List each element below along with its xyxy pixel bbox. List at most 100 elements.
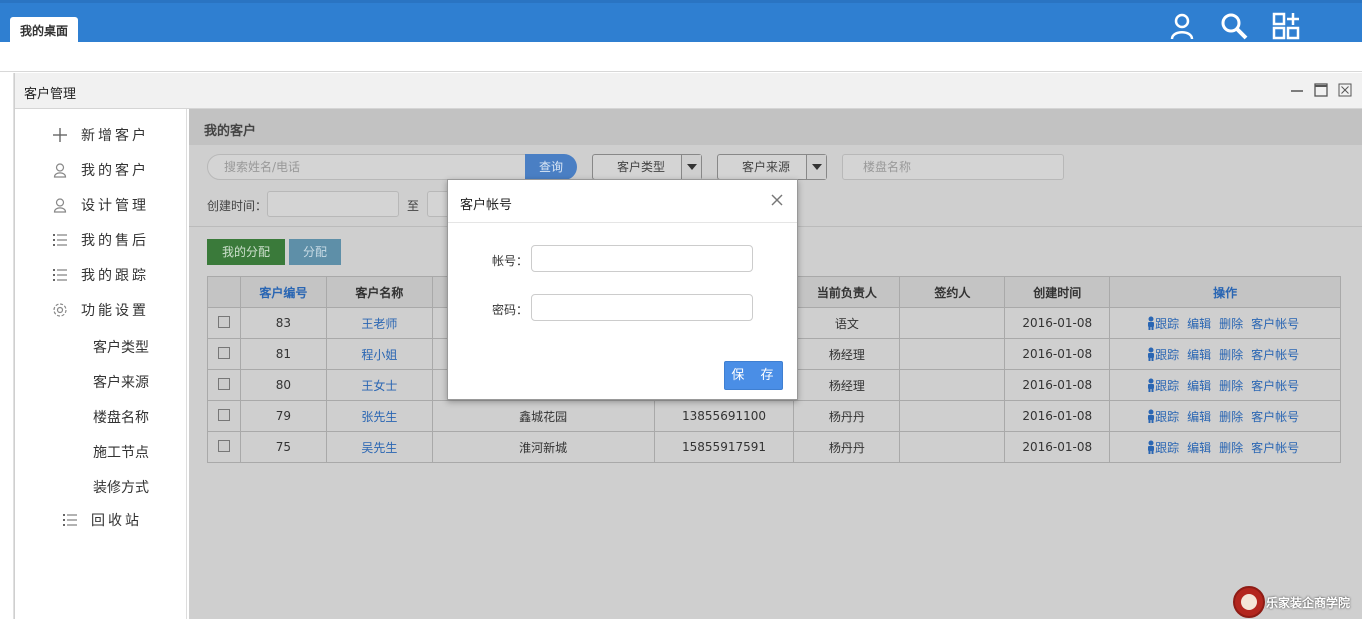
delete-link[interactable]: 删除: [1219, 348, 1243, 362]
user-icon: [51, 161, 69, 179]
row-checkbox[interactable]: [217, 408, 230, 421]
close-icon[interactable]: [771, 194, 783, 206]
tab-my-desktop[interactable]: 我的桌面: [10, 17, 79, 45]
save-button[interactable]: 保 存: [724, 361, 783, 390]
cell-customer-name-text[interactable]: 王女士: [361, 379, 397, 393]
person-icon: [1148, 440, 1155, 454]
track-link[interactable]: 跟踪: [1155, 410, 1179, 424]
cell-customer-name-text[interactable]: 程小姐: [361, 348, 397, 362]
customer-account-dialog: 客户帐号 帐号： 密码： 保 存: [447, 179, 798, 400]
edit-link[interactable]: 编辑: [1187, 379, 1211, 393]
cell-actions: 跟踪 编辑 删除 客户帐号: [1109, 400, 1341, 432]
sidebar-item-my-customers[interactable]: 我的客户: [15, 155, 187, 185]
cell-signer: [899, 369, 1006, 401]
cell-customer-id-text: 79: [275, 409, 292, 423]
cell-customer-name[interactable]: 程小姐: [325, 338, 433, 370]
cell-created-text: 2016-01-08: [1022, 316, 1093, 330]
header-created: 创建时间: [1004, 276, 1111, 308]
assign-button[interactable]: 分配: [289, 239, 341, 265]
customer-type-select[interactable]: 客户类型: [592, 154, 702, 180]
cell-customer-name[interactable]: 张先生: [325, 400, 433, 432]
account-input[interactable]: [531, 245, 753, 272]
section-header: 我的客户: [189, 109, 1362, 145]
chevron-down-icon: [681, 155, 701, 179]
track-link[interactable]: 跟踪: [1155, 317, 1179, 331]
edit-link[interactable]: 编辑: [1187, 348, 1211, 362]
row-checkbox[interactable]: [217, 346, 230, 359]
cell-created: 2016-01-08: [1004, 400, 1111, 432]
sidebar-item-label: 功能设置: [81, 303, 149, 319]
customer-account-link[interactable]: 客户帐号: [1251, 348, 1299, 362]
edit-link[interactable]: 编辑: [1187, 317, 1211, 331]
row-checkbox[interactable]: [217, 439, 230, 452]
section-title: 我的客户: [204, 124, 257, 139]
sidebar-item-design-management[interactable]: 设计管理: [15, 190, 187, 220]
chevron-down-icon: [806, 155, 826, 179]
customer-account-link[interactable]: 客户帐号: [1251, 379, 1299, 393]
sidebar-sub-construction-node[interactable]: 施工节点: [93, 442, 149, 462]
watermark-text: 乐家装企商学院: [1266, 596, 1351, 610]
sidebar-item-tracking[interactable]: 我的跟踪: [15, 260, 187, 290]
header-customer-name: 客户名称: [325, 276, 433, 308]
cell-customer-name-text[interactable]: 王老师: [361, 317, 397, 331]
cell-customer-name-text[interactable]: 张先生: [361, 410, 397, 424]
person-icon: [1148, 409, 1155, 423]
search-button[interactable]: 查询: [525, 154, 577, 180]
customer-account-link[interactable]: 客户帐号: [1251, 317, 1299, 331]
list-icon: [51, 266, 69, 284]
cell-created-text: 2016-01-08: [1022, 409, 1093, 423]
sidebar: 新增客户 我的客户 设计管理 我的售后 我的跟踪 功能设置 客户类型 客户来源 …: [15, 109, 187, 619]
header-signer: 签约人: [899, 276, 1006, 308]
track-link[interactable]: 跟踪: [1155, 348, 1179, 362]
cell-building: 鑫城花园: [431, 400, 655, 432]
plus-icon: [51, 126, 69, 144]
cell-owner: 杨丹丹: [793, 400, 901, 432]
dialog-title: 客户帐号: [460, 198, 513, 213]
delete-link[interactable]: 删除: [1219, 410, 1243, 424]
customer-account-link[interactable]: 客户帐号: [1251, 410, 1299, 424]
cell-customer-id: 81: [239, 338, 327, 370]
customer-account-link[interactable]: 客户帐号: [1251, 441, 1299, 455]
sidebar-sub-decoration-method[interactable]: 装修方式: [93, 477, 149, 497]
building-name-input[interactable]: 楼盘名称: [842, 154, 1064, 180]
user-icon[interactable]: [1167, 11, 1197, 41]
maximize-icon[interactable]: [1314, 83, 1328, 97]
cell-customer-name-text[interactable]: 吴先生: [361, 441, 397, 455]
sidebar-sub-customer-type[interactable]: 客户类型: [93, 337, 149, 357]
track-link[interactable]: 跟踪: [1155, 379, 1179, 393]
cell-customer-name[interactable]: 王老师: [325, 307, 433, 339]
my-assign-button[interactable]: 我的分配: [207, 239, 285, 265]
delete-link[interactable]: 删除: [1219, 441, 1243, 455]
cell-phone: 15855917591: [653, 431, 795, 463]
search-input[interactable]: 搜索姓名/电话: [207, 154, 527, 180]
sidebar-item-settings[interactable]: 功能设置: [15, 295, 187, 325]
created-time-start-input[interactable]: [267, 191, 399, 217]
cell-owner-text: 杨丹丹: [828, 440, 865, 455]
row-checkbox[interactable]: [217, 377, 230, 390]
delete-link[interactable]: 删除: [1219, 317, 1243, 331]
sidebar-sub-building-name[interactable]: 楼盘名称: [93, 407, 149, 427]
sidebar-item-recycle-bin[interactable]: 回收站: [15, 505, 187, 535]
edit-link[interactable]: 编辑: [1187, 441, 1211, 455]
row-checkbox[interactable]: [217, 315, 230, 328]
customer-source-select[interactable]: 客户来源: [717, 154, 827, 180]
password-input[interactable]: [531, 294, 753, 321]
cell-customer-name[interactable]: 王女士: [325, 369, 433, 401]
cell-customer-name[interactable]: 吴先生: [325, 431, 433, 463]
window-titlebar: 客户管理: [15, 73, 1362, 109]
row-checkbox-cell: [207, 431, 241, 463]
sidebar-item-add-customer[interactable]: 新增客户: [15, 120, 187, 150]
apps-icon[interactable]: [1271, 11, 1301, 41]
window-title: 客户管理: [24, 87, 77, 102]
cell-created: 2016-01-08: [1004, 431, 1111, 463]
minimize-icon[interactable]: [1290, 83, 1304, 97]
header-owner: 当前负责人: [793, 276, 901, 308]
sidebar-sub-customer-source[interactable]: 客户来源: [93, 372, 149, 392]
search-icon[interactable]: [1219, 11, 1249, 41]
sidebar-item-after-sales[interactable]: 我的售后: [15, 225, 187, 255]
track-link[interactable]: 跟踪: [1155, 441, 1179, 455]
edit-link[interactable]: 编辑: [1187, 410, 1211, 424]
header-customer-id[interactable]: 客户编号: [239, 276, 327, 308]
delete-link[interactable]: 删除: [1219, 379, 1243, 393]
close-icon[interactable]: [1338, 83, 1352, 97]
